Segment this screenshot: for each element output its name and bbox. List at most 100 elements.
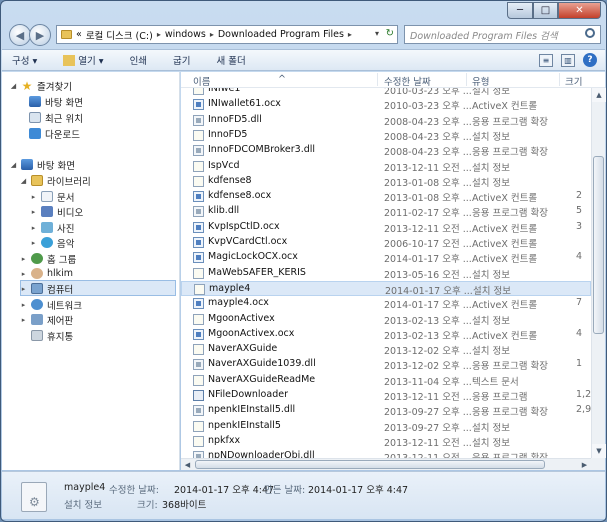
close-button[interactable]: ✕ (558, 2, 601, 19)
expand-icon[interactable]: ▸ (30, 208, 37, 216)
column-size[interactable]: 크기 (565, 74, 582, 88)
breadcrumb-separator-icon[interactable]: ▸ (348, 30, 352, 39)
nav-libraries[interactable]: ◢ 라이브러리 (20, 173, 91, 188)
table-row[interactable]: INIwallet61.ocx 2010-03-23 오후 ... ActiveX … (181, 97, 591, 112)
sort-ascending-icon: ^ (278, 74, 286, 85)
table-row[interactable]: mayple4.ocx 2014-01-17 오후 ... ActiveX 컨트롤 7 (181, 296, 591, 311)
breadcrumb-separator-icon[interactable]: ▸ (157, 30, 161, 39)
vertical-scroll-thumb[interactable] (593, 156, 604, 334)
nav-desktop-favorite[interactable]: 바탕 화면 (29, 94, 83, 109)
organize-button[interactable]: 구성 ▾ (12, 53, 37, 67)
breadcrumb-windows[interactable]: windows (165, 29, 206, 40)
expand-icon[interactable]: ▸ (20, 255, 27, 263)
scroll-up-icon[interactable]: ▲ (592, 88, 606, 102)
table-row[interactable]: klib.dll 2011-02-17 오후 ... 응용 프로그램 확장 5 (181, 204, 591, 219)
table-row[interactable]: npenkIEInstall5 2013-09-27 오후 ... 설치 정보 (181, 419, 591, 434)
file-icon (193, 374, 204, 386)
table-row[interactable]: INIwe1 2010-03-23 오후 ... 설치 정보 (181, 88, 591, 97)
address-overflow[interactable]: « (76, 29, 82, 40)
scroll-left-icon[interactable]: ◀ (181, 459, 194, 471)
collapse-icon[interactable]: ◢ (10, 82, 17, 90)
nav-desktop[interactable]: ◢ 바탕 화면 (10, 157, 75, 172)
preview-pane-icon[interactable]: ▥ (561, 53, 575, 67)
breadcrumb-drive[interactable]: 로컬 디스크 (C:) (86, 28, 153, 42)
column-type[interactable]: 유형 (472, 74, 489, 88)
nav-computer[interactable]: ▸ 컴퓨터 (20, 281, 73, 296)
help-icon[interactable]: ? (583, 53, 597, 67)
nav-recycle-bin[interactable]: 휴지통 (31, 328, 73, 343)
nav-documents[interactable]: ▸ 문서 (30, 189, 74, 204)
table-row[interactable]: NFileDownloader 2013-12-11 오전 ... 응용 프로그램 1… (181, 388, 591, 403)
column-divider[interactable] (466, 73, 467, 86)
nav-documents-label: 문서 (57, 192, 75, 204)
nav-recent[interactable]: 최근 위치 (29, 110, 83, 125)
file-name: mayple4 (209, 282, 251, 294)
expand-icon[interactable]: ▸ (30, 239, 37, 247)
nav-videos[interactable]: ▸ 비디오 (30, 204, 83, 219)
breadcrumb-downloaded-program-files[interactable]: Downloaded Program Files (218, 29, 344, 40)
view-options-icon[interactable]: ≡ (539, 53, 553, 67)
breadcrumb-separator-icon[interactable]: ▸ (210, 30, 214, 39)
nav-network[interactable]: ▸ 네트워크 (20, 297, 82, 312)
new-folder-button[interactable]: 새 폴더 (217, 53, 246, 67)
table-row[interactable]: InnoFDCOMBroker3.dll 2008-04-23 오후 ... 응용 … (181, 143, 591, 158)
search-input[interactable]: Downloaded Program Files 검색 (404, 25, 601, 44)
search-icon[interactable] (585, 28, 595, 38)
expand-icon[interactable]: ▸ (20, 285, 27, 293)
nav-control-panel[interactable]: ▸ 제어판 (20, 312, 73, 327)
collapse-icon[interactable]: ◢ (10, 161, 17, 169)
network-icon (31, 299, 43, 310)
table-row[interactable]: InnoFD5 2008-04-23 오후 ... 설치 정보 (181, 128, 591, 143)
table-row[interactable]: mayple4 2014-01-17 오후 ... 설치 정보 (181, 280, 591, 297)
table-row[interactable]: npkfxx 2013-12-11 오전 ... 설치 정보 (181, 434, 591, 449)
maximize-button[interactable]: □ (533, 2, 558, 19)
table-row[interactable]: NaverAXGuide 2013-12-02 오후 ... 설치 정보 (181, 342, 591, 357)
table-row[interactable]: NaverAXGuide1039.dll 2013-12-02 오후 ... 응용 … (181, 357, 591, 372)
scroll-right-icon[interactable]: ▶ (578, 459, 591, 471)
address-bar[interactable]: « 로컬 디스크 (C:) ▸ windows ▸ Downloaded Pro… (56, 25, 398, 44)
print-button[interactable]: 인쇄 (130, 53, 147, 67)
address-dropdown-icon[interactable]: ▾ (375, 29, 379, 38)
table-row[interactable]: npenkIEInstall5.dll 2013-09-27 오후 ... 응용 프… (181, 403, 591, 418)
column-divider[interactable] (377, 73, 378, 86)
file-name: mayple4.ocx (208, 297, 269, 309)
file-icon (193, 344, 204, 356)
table-row[interactable]: kdfense8 2013-01-08 오후 ... 설치 정보 (181, 174, 591, 189)
minimize-button[interactable]: ─ (507, 2, 533, 19)
table-row[interactable]: InnoFD5.dll 2008-04-23 오후 ... 응용 프로그램 확장 (181, 113, 591, 128)
column-name[interactable]: 이름 (193, 74, 210, 88)
nav-pictures[interactable]: ▸ 사진 (30, 220, 74, 235)
nav-user[interactable]: ▸ hlkim (20, 266, 73, 281)
table-row[interactable]: KvpIspCtlD.ocx 2013-12-11 오전 ... ActiveX 컨… (181, 220, 591, 235)
open-button[interactable]: 열기 ▾ (63, 53, 104, 67)
burn-button[interactable]: 굽기 (173, 53, 190, 67)
expand-icon[interactable]: ▸ (30, 224, 37, 232)
forward-button[interactable]: ▶ (29, 24, 51, 46)
nav-downloads[interactable]: 다운로드 (29, 126, 80, 141)
table-row[interactable]: kdfense8.ocx 2013-01-08 오후 ... ActiveX 컨트롤… (181, 189, 591, 204)
table-row[interactable]: KvpVCardCtl.ocx 2006-10-17 오전 ... ActiveX … (181, 235, 591, 250)
table-row[interactable]: MaWebSAFER_KERIS 2013-05-16 오전 ... 설치 정보 (181, 266, 591, 281)
nav-music[interactable]: ▸ 음악 (30, 235, 74, 250)
expand-icon[interactable]: ▸ (20, 301, 27, 309)
back-button[interactable]: ◀ (9, 24, 31, 46)
table-row[interactable]: IspVcd 2013-12-11 오전 ... 설치 정보 (181, 159, 591, 174)
column-date[interactable]: 수정한 날짜 (384, 74, 431, 88)
table-row[interactable]: MgoonActivex 2013-02-13 오후 ... 설치 정보 (181, 312, 591, 327)
expand-icon[interactable]: ▸ (20, 316, 27, 324)
table-row[interactable]: MagicLockOCX.ocx 2014-01-17 오후 ... ActiveX… (181, 250, 591, 265)
collapse-icon[interactable]: ◢ (20, 177, 27, 185)
refresh-icon[interactable]: ↻ (386, 28, 394, 39)
nav-favorites[interactable]: ◢ ★ 즐겨찾기 (10, 78, 72, 93)
expand-icon[interactable]: ▸ (20, 270, 27, 278)
file-name: npenkIEInstall5.dll (208, 404, 296, 416)
horizontal-scrollbar[interactable]: ◀ ▶ (181, 458, 591, 470)
expand-icon[interactable]: ▸ (30, 193, 37, 201)
horizontal-scroll-thumb[interactable] (195, 460, 545, 469)
vertical-scrollbar[interactable]: ▲ ▼ (591, 88, 606, 458)
table-row[interactable]: MgoonActivex.ocx 2013-02-13 오후 ... ActiveX… (181, 327, 591, 342)
nav-homegroup[interactable]: ▸ 홈 그룹 (20, 251, 76, 266)
table-row[interactable]: NaverAXGuideReadMe 2013-11-04 오후 ... 텍스트 문… (181, 373, 591, 388)
scroll-down-icon[interactable]: ▼ (592, 444, 606, 458)
column-divider[interactable] (559, 73, 560, 86)
